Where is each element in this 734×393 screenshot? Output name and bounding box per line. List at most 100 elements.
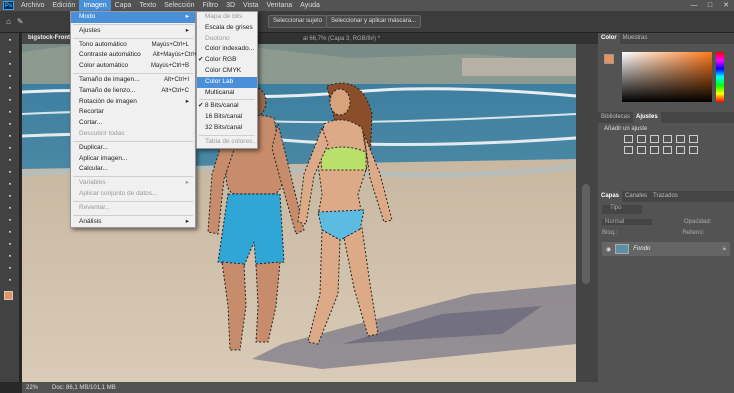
- menu-separator: [199, 99, 255, 101]
- tab-swatches[interactable]: Muestras: [620, 33, 651, 44]
- menu-item[interactable]: Modo ▸: [71, 12, 195, 23]
- lasso-tool-icon[interactable]: ▪: [4, 59, 16, 69]
- menu-item[interactable]: 32 Bits/canal: [197, 123, 257, 134]
- menu-filtro[interactable]: Filtro: [199, 0, 223, 11]
- tab-paths[interactable]: Trazados: [650, 191, 681, 202]
- pen-tool-icon[interactable]: ▪: [4, 215, 16, 225]
- menu-item[interactable]: Tamaño de lienzo... Alt+Ctrl+C: [71, 86, 195, 97]
- crop-tool-icon[interactable]: ▪: [4, 83, 16, 93]
- adjustment-icon[interactable]: [624, 146, 633, 154]
- hue-slider[interactable]: [716, 52, 724, 102]
- menu-item-label: Color CMYK: [205, 66, 242, 74]
- blur-tool-icon[interactable]: ▪: [4, 191, 16, 201]
- zoom-level[interactable]: 22%: [22, 385, 42, 391]
- menu-3d[interactable]: 3D: [222, 0, 239, 11]
- healing-tool-icon[interactable]: ▪: [4, 119, 16, 129]
- stamp-tool-icon[interactable]: ▪: [4, 143, 16, 153]
- adjustment-icon[interactable]: [650, 146, 659, 154]
- adjustment-icon[interactable]: [676, 146, 685, 154]
- adjustment-icon[interactable]: [637, 146, 646, 154]
- menu-edición[interactable]: Edición: [48, 0, 79, 11]
- adjustment-icon[interactable]: [689, 135, 698, 143]
- menu-item[interactable]: Color automático Mayús+Ctrl+B: [71, 61, 195, 72]
- menu-archivo[interactable]: Archivo: [17, 0, 48, 11]
- adjustment-icon[interactable]: [637, 135, 646, 143]
- menu-imagen[interactable]: Imagen: [79, 0, 111, 11]
- scrollbar-thumb[interactable]: [582, 184, 590, 284]
- menu-item[interactable]: Color CMYK: [197, 66, 257, 77]
- menu-item[interactable]: ✔ Color RGB: [197, 55, 257, 66]
- photoshop-logo: Ps: [3, 1, 14, 10]
- marquee-tool-icon[interactable]: ▪: [4, 47, 16, 57]
- layer-row[interactable]: ◉ Fondo 🔒︎: [602, 242, 730, 256]
- quick-select-tool-icon[interactable]: ▪: [4, 71, 16, 81]
- history-brush-tool-icon[interactable]: ▪: [4, 155, 16, 165]
- menu-selección[interactable]: Selección: [160, 0, 198, 11]
- menu-capa[interactable]: Capa: [111, 0, 136, 11]
- menu-item[interactable]: Rotación de imagen ▸: [71, 97, 195, 108]
- menu-ayuda[interactable]: Ayuda: [296, 0, 324, 11]
- menu-item[interactable]: Color Lab: [197, 76, 257, 88]
- menu-ventana[interactable]: Ventana: [262, 0, 296, 11]
- menu-item[interactable]: Color indexado...: [197, 44, 257, 55]
- menu-item[interactable]: Contraste automático Alt+Mayús+Ctrl+L: [71, 50, 201, 61]
- adjustment-icon[interactable]: [650, 135, 659, 143]
- tab-layers[interactable]: Capas: [598, 191, 623, 202]
- menu-item[interactable]: Escala de grises: [197, 23, 257, 34]
- blend-mode-select[interactable]: Normal: [602, 219, 652, 225]
- select-mask-button[interactable]: Seleccionar y aplicar máscara...: [326, 15, 422, 28]
- eraser-tool-icon[interactable]: ▪: [4, 167, 16, 177]
- menu-item[interactable]: Aplicar imagen...: [71, 154, 195, 165]
- shape-tool-icon[interactable]: ▪: [4, 251, 16, 261]
- tab-libraries[interactable]: Bibliotecas: [598, 112, 633, 123]
- gradient-tool-icon[interactable]: ▪: [4, 179, 16, 189]
- frame-tool-icon[interactable]: ▪: [4, 95, 16, 105]
- select-subject-button[interactable]: Seleccionar sujeto: [268, 15, 328, 28]
- adjustment-icon[interactable]: [689, 146, 698, 154]
- path-select-tool-icon[interactable]: ▪: [4, 239, 16, 249]
- home-icon[interactable]: ⌂: [6, 17, 11, 26]
- close-button[interactable]: ✕: [718, 0, 734, 11]
- color-picker-field[interactable]: [622, 52, 712, 102]
- quick-select-tool-icon[interactable]: ✎: [17, 17, 24, 26]
- brush-tool-icon[interactable]: ▪: [4, 131, 16, 141]
- vertical-scrollbar[interactable]: [576, 44, 598, 382]
- menu-item[interactable]: Recortar: [71, 107, 195, 118]
- tab-channels[interactable]: Canales: [622, 191, 650, 202]
- layer-kind-filter[interactable]: Tipo: [602, 205, 642, 214]
- maximize-button[interactable]: □: [702, 0, 718, 11]
- menu-texto[interactable]: Texto: [135, 0, 160, 11]
- zoom-tool-icon[interactable]: ▪: [4, 275, 16, 285]
- menu-item[interactable]: Tono automático Mayús+Ctrl+L: [71, 40, 195, 51]
- adjustment-icon[interactable]: [663, 146, 672, 154]
- menu-item[interactable]: 16 Bits/canal: [197, 112, 257, 123]
- move-tool-icon[interactable]: ▪: [4, 35, 16, 45]
- type-tool-icon[interactable]: ▪: [4, 227, 16, 237]
- hand-tool-icon[interactable]: ▪: [4, 263, 16, 273]
- menu-item[interactable]: Duplicar...: [71, 143, 195, 154]
- eyedropper-tool-icon[interactable]: ▪: [4, 107, 16, 117]
- adjustment-icon[interactable]: [676, 135, 685, 143]
- adjustments-panel: Añadir un ajuste: [598, 123, 734, 175]
- mode-submenu: Mapa de bits Escala de grises Duotono Color…: [196, 11, 258, 149]
- adjustment-icon[interactable]: [663, 135, 672, 143]
- menu-item[interactable]: Multicanal: [197, 88, 257, 99]
- menu-item[interactable]: Cortar...: [71, 118, 195, 129]
- menu-item[interactable]: ✔ 8 Bits/canal: [197, 101, 257, 112]
- menu-vista[interactable]: Vista: [239, 0, 262, 11]
- tab-adjustments[interactable]: Ajustes: [633, 112, 661, 123]
- menu-item[interactable]: Análisis ▸: [71, 217, 195, 228]
- adjustment-icon[interactable]: [624, 135, 633, 143]
- menu-item[interactable]: Ajustes ▸: [71, 26, 195, 37]
- dodge-tool-icon[interactable]: ▪: [4, 203, 16, 213]
- foreground-color[interactable]: [4, 291, 13, 300]
- layer-name[interactable]: Fondo: [633, 246, 650, 252]
- minimize-button[interactable]: —: [686, 0, 702, 11]
- tab-color[interactable]: Color: [598, 33, 620, 44]
- menu-item[interactable]: Calcular...: [71, 164, 195, 175]
- foreground-color-swatch[interactable]: [604, 54, 614, 64]
- eye-icon[interactable]: ◉: [606, 246, 611, 253]
- menu-separator: [199, 134, 255, 136]
- menu-item-label: Color RGB: [205, 56, 237, 64]
- menu-item[interactable]: Tamaño de imagen... Alt+Ctrl+I: [71, 75, 195, 86]
